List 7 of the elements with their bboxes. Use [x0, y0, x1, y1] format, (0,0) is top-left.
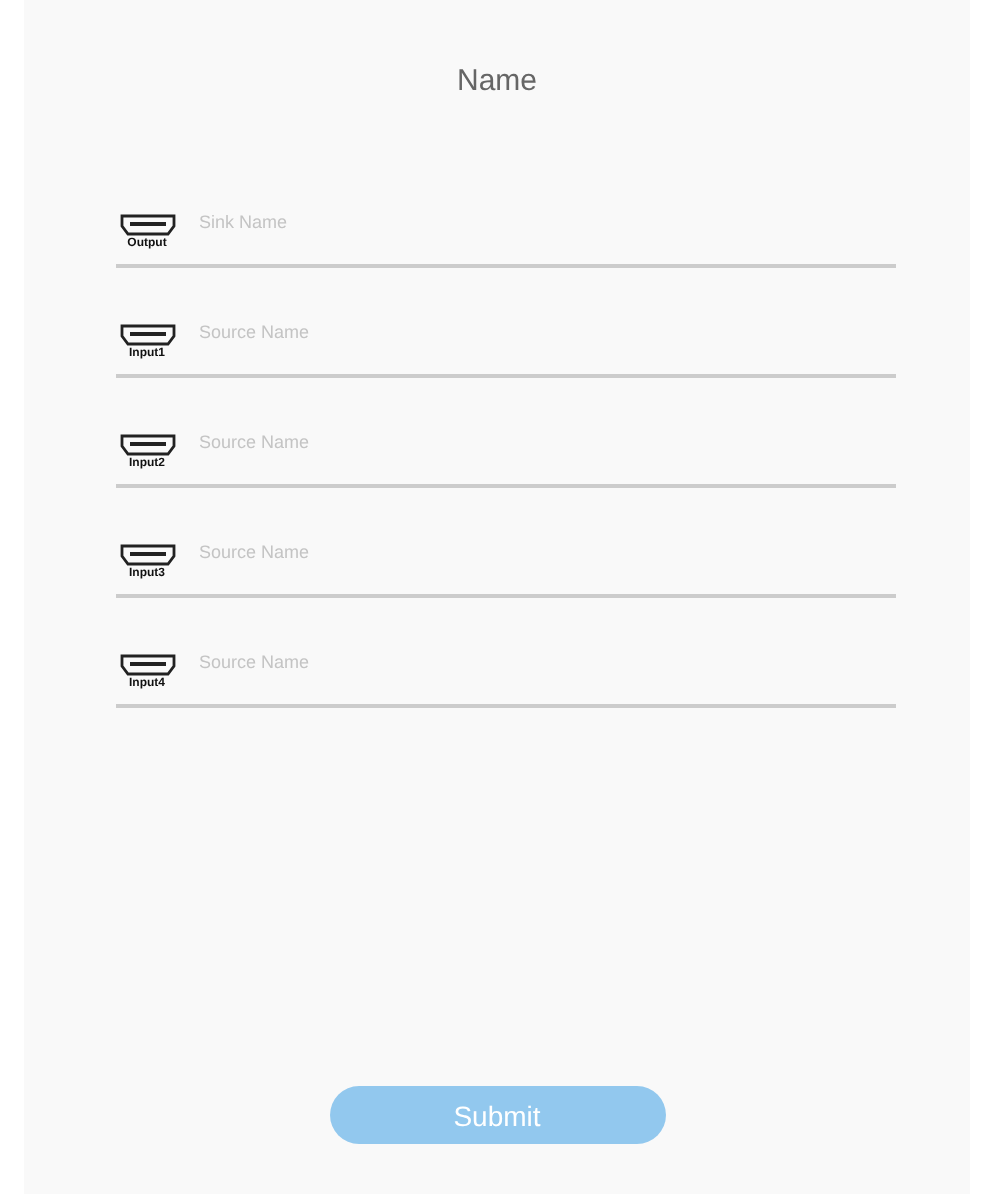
hdmi-port-icon [117, 544, 177, 566]
form-title: Name [456, 64, 537, 98]
hdmi-port-icon [117, 324, 177, 346]
hdmi-port-icon [117, 214, 177, 236]
hdmi-port-icon [117, 434, 177, 456]
hdmi-port-icon [117, 654, 177, 676]
submit-button[interactable]: Submit [329, 1086, 665, 1144]
